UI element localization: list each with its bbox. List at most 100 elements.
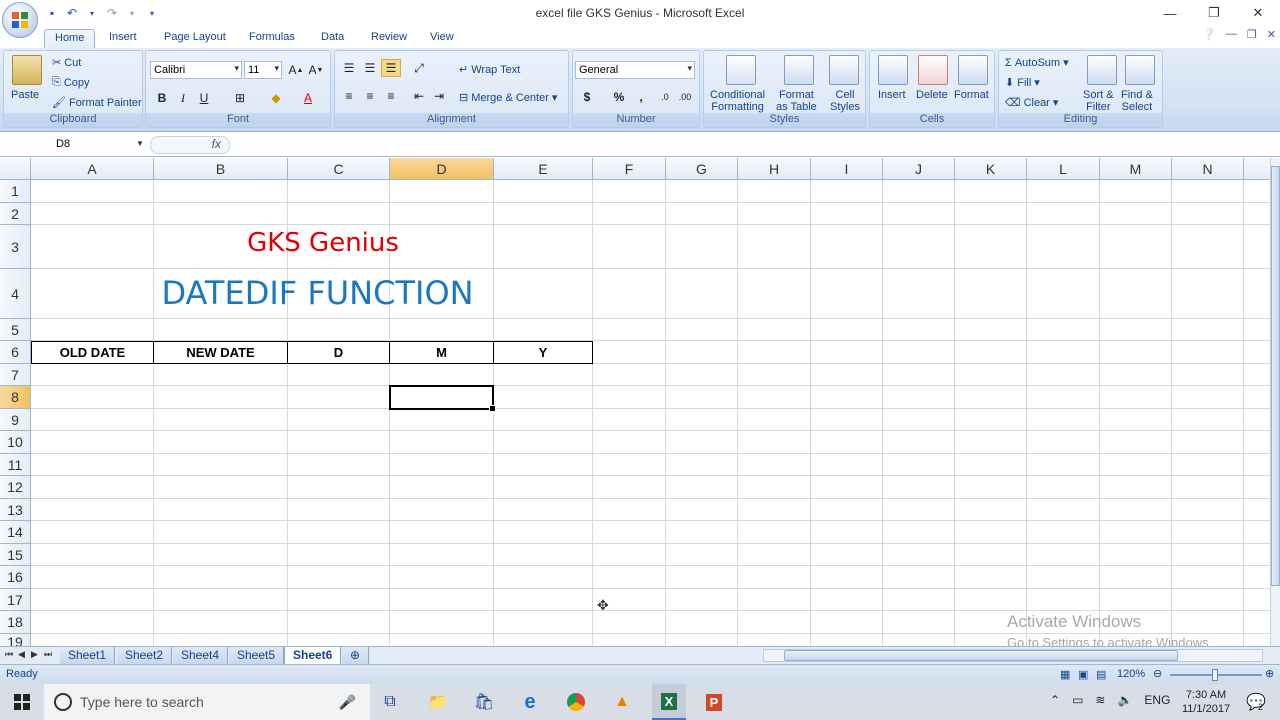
align-bottom-button[interactable]: ☰	[381, 59, 401, 77]
row-header-13[interactable]: 13	[0, 499, 31, 521]
tab-formulas[interactable]: Formulas	[239, 29, 305, 48]
undo-dropdown-icon[interactable]: ▾	[84, 5, 100, 21]
sheet-tab-sheet5[interactable]: Sheet5	[229, 647, 285, 665]
row-header-11[interactable]: 11	[0, 454, 31, 476]
insert-sheet-icon[interactable]: ⊕	[342, 647, 370, 665]
column-header-l[interactable]: L	[1027, 158, 1100, 180]
column-header-i[interactable]: I	[811, 158, 883, 180]
sheet-tab-sheet4[interactable]: Sheet4	[173, 647, 229, 665]
row-header-19[interactable]: 19	[0, 634, 31, 646]
cell-header-old-date[interactable]: OLD DATE	[31, 341, 154, 364]
row-header-3[interactable]: 3	[0, 225, 31, 269]
format-cells-button[interactable]: Format	[954, 89, 989, 101]
number-format-combo[interactable]: General	[575, 61, 695, 79]
office-button[interactable]	[2, 2, 38, 38]
column-header-d[interactable]: D	[390, 158, 494, 180]
insert-function-button[interactable]: fx	[150, 136, 230, 154]
underline-button[interactable]: U	[194, 89, 214, 107]
font-color-button[interactable]: A	[298, 89, 318, 107]
format-as-table-button[interactable]: Format as Table	[776, 89, 817, 113]
horizontal-scroll-thumb[interactable]	[784, 650, 1178, 661]
column-header-a[interactable]: A	[31, 158, 154, 180]
column-header-c[interactable]: C	[288, 158, 390, 180]
taskbar-search[interactable]: Type here to search 🎤	[44, 684, 370, 720]
row-header-4[interactable]: 4	[0, 269, 31, 319]
chrome-icon[interactable]	[564, 690, 588, 714]
start-button[interactable]	[0, 684, 44, 720]
save-icon[interactable]: ▪	[44, 5, 60, 21]
row-header-10[interactable]: 10	[0, 431, 31, 454]
fill-color-button[interactable]: ◆	[266, 89, 286, 107]
task-view-icon[interactable]: ⧉	[378, 690, 402, 714]
microphone-icon[interactable]: 🎤	[339, 694, 356, 711]
tab-page-layout[interactable]: Page Layout	[154, 29, 236, 48]
align-middle-button[interactable]: ☰	[360, 59, 380, 77]
orientation-button[interactable]: ⤢	[409, 59, 429, 77]
bold-button[interactable]: B	[152, 89, 172, 107]
close-button[interactable]: ✕	[1236, 0, 1280, 26]
delete-cells-button[interactable]: Delete	[916, 89, 948, 101]
autosum-button[interactable]: Σ AutoSum ▾	[1005, 56, 1069, 70]
row-header-1[interactable]: 1	[0, 180, 31, 203]
tab-review[interactable]: Review	[361, 29, 417, 48]
row-header-6[interactable]: 6	[0, 341, 31, 364]
minimize-button[interactable]: —	[1148, 0, 1192, 26]
row-header-18[interactable]: 18	[0, 611, 31, 634]
customize-qat-icon[interactable]: ▾	[144, 5, 160, 21]
zoom-slider-thumb[interactable]	[1212, 669, 1218, 681]
align-top-button[interactable]: ☰	[339, 59, 359, 77]
wb-restore-icon[interactable]: ❐	[1247, 28, 1257, 41]
column-header-n[interactable]: N	[1172, 158, 1244, 180]
row-header-9[interactable]: 9	[0, 409, 31, 431]
cell-header-d[interactable]: D	[288, 341, 390, 364]
store-icon[interactable]: 🛍	[472, 690, 496, 714]
column-header-h[interactable]: H	[738, 158, 811, 180]
sort-filter-button[interactable]: Sort & Filter	[1083, 89, 1114, 113]
help-icon[interactable]: ❔	[1202, 28, 1216, 41]
page-layout-view-icon[interactable]: ▣	[1078, 668, 1088, 681]
cell-header-y[interactable]: Y	[494, 341, 593, 364]
currency-button[interactable]: $	[577, 88, 597, 106]
sheet-tab-sheet6[interactable]: Sheet6	[284, 647, 342, 665]
grow-font-button[interactable]: A ▲	[286, 61, 306, 79]
conditional-formatting-button[interactable]: Conditional Formatting	[710, 89, 765, 113]
row-header-8[interactable]: 8	[0, 386, 31, 409]
row-header-15[interactable]: 15	[0, 544, 31, 566]
row-header-7[interactable]: 7	[0, 364, 31, 386]
insert-cells-button[interactable]: Insert	[878, 89, 906, 101]
vertical-scroll-thumb[interactable]	[1271, 166, 1280, 586]
edge-icon[interactable]: e	[518, 690, 542, 714]
tab-view[interactable]: View	[420, 29, 464, 48]
fill-button[interactable]: ⬇ Fill ▾	[1005, 76, 1040, 90]
wb-close-icon[interactable]: ✕	[1267, 28, 1276, 41]
cell-header-m[interactable]: M	[390, 341, 494, 364]
undo-icon[interactable]: ↶	[64, 5, 80, 21]
column-header-g[interactable]: G	[666, 158, 738, 180]
wifi-icon[interactable]: ≋	[1095, 693, 1105, 707]
zoom-out-icon[interactable]: ⊖	[1153, 667, 1162, 680]
row-header-12[interactable]: 12	[0, 476, 31, 499]
column-header-e[interactable]: E	[494, 158, 593, 180]
cell-title-datedif[interactable]: DATEDIF FUNCTION	[60, 274, 575, 312]
row-header-5[interactable]: 5	[0, 319, 31, 341]
column-header-m[interactable]: M	[1100, 158, 1172, 180]
first-sheet-icon[interactable]: ⏮	[5, 649, 13, 660]
formula-input[interactable]	[232, 135, 1268, 155]
redo-icon[interactable]: ↷	[104, 5, 120, 21]
excel-taskbar-icon[interactable]: X	[652, 684, 686, 720]
percent-button[interactable]: %	[609, 88, 629, 106]
column-header-j[interactable]: J	[883, 158, 955, 180]
italic-button[interactable]: I	[173, 89, 193, 107]
clear-button[interactable]: ⌫ Clear ▾	[1005, 96, 1058, 110]
last-sheet-icon[interactable]: ⏭	[44, 649, 52, 660]
sheet-tab-sheet2[interactable]: Sheet2	[117, 647, 173, 665]
copy-button[interactable]: ⎘ Copy	[52, 76, 90, 89]
clock[interactable]: 7:30 AM 11/1/2017	[1176, 688, 1236, 716]
network-icon[interactable]: ▭	[1072, 693, 1083, 707]
active-cell-d8[interactable]	[389, 385, 496, 412]
restore-button[interactable]: ❐	[1192, 0, 1236, 26]
align-left-button[interactable]: ≡	[339, 87, 359, 105]
tab-data[interactable]: Data	[311, 29, 354, 48]
notification-icon[interactable]: 💬	[1244, 690, 1268, 714]
font-name-combo[interactable]: Calibri	[150, 61, 242, 79]
